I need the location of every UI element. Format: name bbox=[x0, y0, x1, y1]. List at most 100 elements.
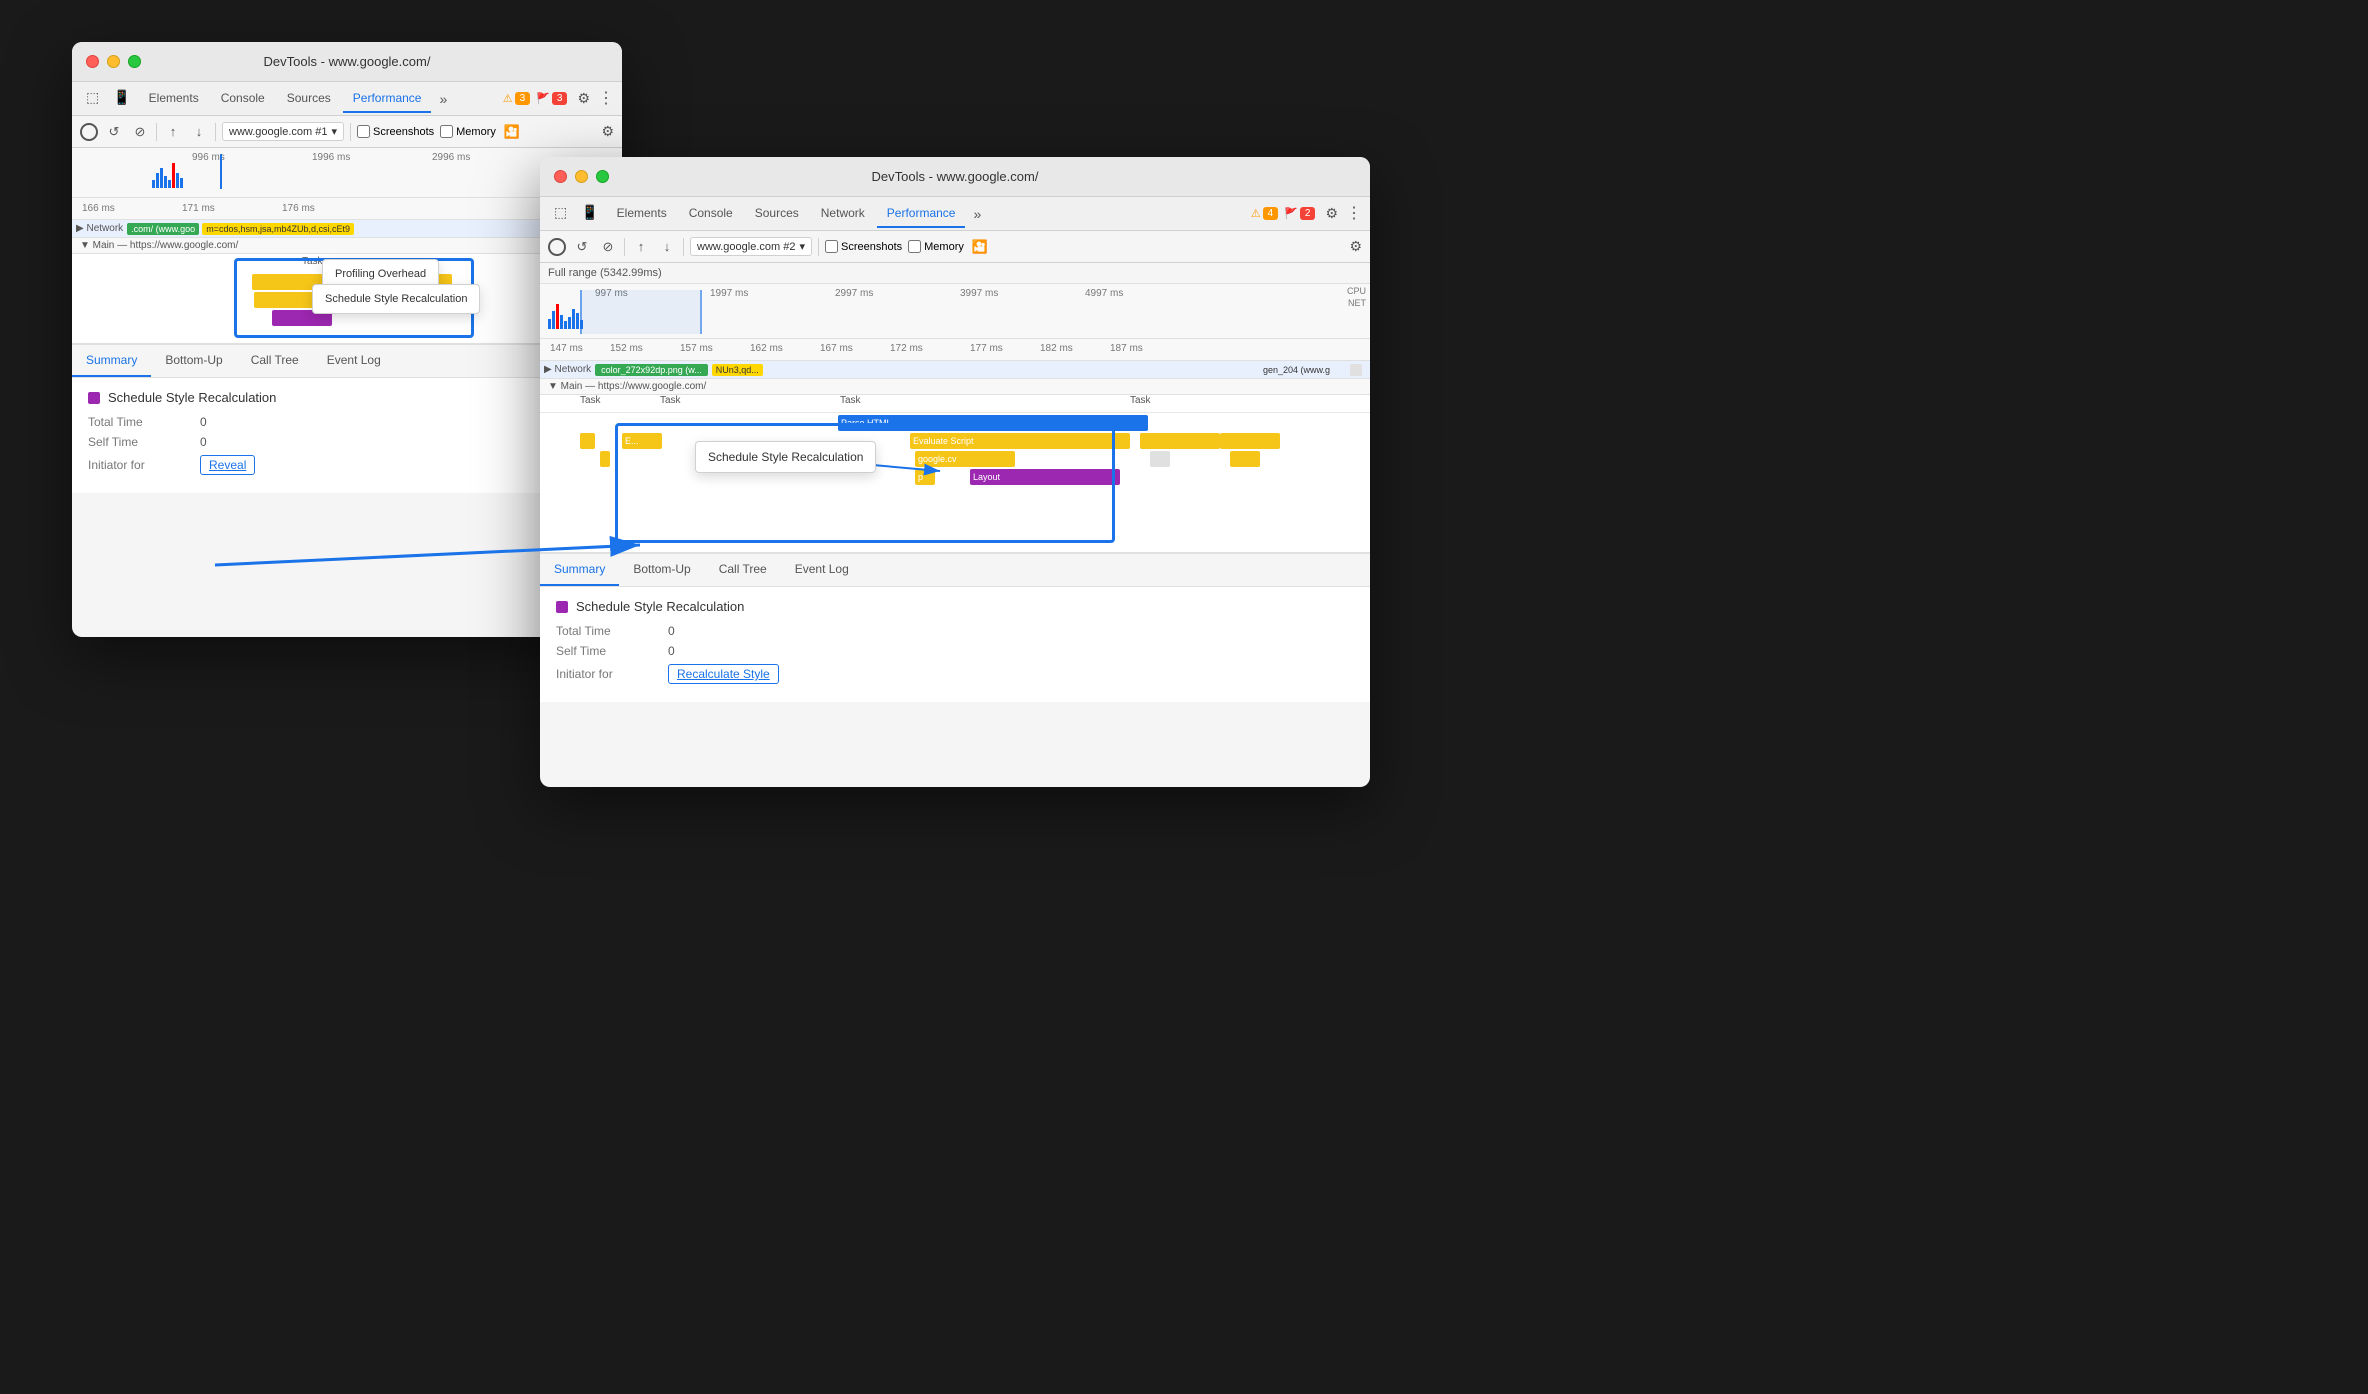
maximize-button-1[interactable] bbox=[128, 55, 141, 68]
tab-sources-2[interactable]: Sources bbox=[745, 200, 809, 228]
settings-icon-2[interactable]: ⚙ bbox=[1325, 205, 1338, 222]
clear-icon-2[interactable]: ⊘ bbox=[598, 237, 618, 257]
flame-layout: Layout bbox=[970, 469, 1120, 485]
settings-icon-perf-1[interactable]: ⚙ bbox=[601, 123, 614, 140]
window-title-2: DevTools - www.google.com/ bbox=[872, 169, 1039, 184]
close-button-1[interactable] bbox=[86, 55, 99, 68]
capture-icon-2[interactable]: 🎦 bbox=[970, 237, 990, 257]
url-selector-2[interactable]: www.google.com #2 ▾ bbox=[690, 237, 812, 256]
summary-tab-calltree-1[interactable]: Call Tree bbox=[237, 345, 313, 377]
initiator-label-2: Initiator for bbox=[556, 667, 656, 681]
tab-elements-1[interactable]: Elements bbox=[139, 85, 209, 113]
record-icon-1[interactable] bbox=[80, 123, 98, 141]
perf-toolbar-2: ↺ ⊘ ↑ ↓ www.google.com #2 ▾ Screenshots … bbox=[540, 231, 1370, 263]
memory-checkbox-1[interactable]: Memory bbox=[440, 125, 496, 138]
reload-icon-1[interactable]: ↺ bbox=[104, 122, 124, 142]
recalculate-style-button[interactable]: Recalculate Style bbox=[668, 664, 779, 684]
summary-tab-eventlog-2[interactable]: Event Log bbox=[781, 554, 863, 586]
more-icon-2[interactable]: ⋮ bbox=[1346, 206, 1362, 222]
ltime2-2: 152 ms bbox=[610, 343, 643, 354]
reveal-button-1[interactable]: Reveal bbox=[200, 455, 255, 475]
upload-icon-2[interactable]: ↑ bbox=[631, 237, 651, 257]
screenshot-label-2: Screenshots bbox=[841, 241, 902, 253]
sep-5 bbox=[683, 238, 684, 256]
task-h-2: Task bbox=[660, 395, 681, 406]
more-tabs-2[interactable]: » bbox=[967, 202, 987, 226]
minimize-button-2[interactable] bbox=[575, 170, 588, 183]
color-swatch-1 bbox=[88, 392, 100, 404]
reload-icon-2[interactable]: ↺ bbox=[572, 237, 592, 257]
ttime-4: 3997 ms bbox=[960, 288, 998, 299]
more-tabs-1[interactable]: » bbox=[433, 87, 453, 111]
url-selector-1[interactable]: www.google.com #1 ▾ bbox=[222, 122, 344, 141]
titlebar-2: DevTools - www.google.com/ bbox=[540, 157, 1370, 197]
record-icon-2[interactable] bbox=[548, 238, 566, 256]
tab-elements-2[interactable]: Elements bbox=[607, 200, 677, 228]
main-label-2: ▼ Main — https://www.google.com/ bbox=[540, 379, 1370, 395]
download-icon-1[interactable]: ↓ bbox=[189, 122, 209, 142]
network-row-2: ▶ Network color_272x92dp.png (w... NUn3,… bbox=[540, 361, 1370, 379]
settings-icon-perf-2[interactable]: ⚙ bbox=[1349, 238, 1362, 255]
settings-icon-1[interactable]: ⚙ bbox=[577, 90, 590, 107]
memory-checkbox-2[interactable]: Memory bbox=[908, 240, 964, 253]
chevron-icon-1: ▾ bbox=[331, 125, 337, 138]
minimize-button-1[interactable] bbox=[107, 55, 120, 68]
summary-tab-eventlog-1[interactable]: Event Log bbox=[313, 345, 395, 377]
download-icon-2[interactable]: ↓ bbox=[657, 237, 677, 257]
flamechart-2: Parse HTML E... Evaluate Script google.c… bbox=[540, 413, 1370, 553]
screenshot-checkbox-2[interactable]: Screenshots bbox=[825, 240, 902, 253]
network-params-1: m=cdos,hsm,jsa,mb4ZUb,d,csi,cEt9 bbox=[202, 223, 354, 235]
tab-console-2[interactable]: Console bbox=[679, 200, 743, 228]
summary-tab-bottomup-2[interactable]: Bottom-Up bbox=[619, 554, 704, 586]
clear-icon-1[interactable]: ⊘ bbox=[130, 122, 150, 142]
devtools-window-2: DevTools - www.google.com/ ⬚ 📱 Elements … bbox=[540, 157, 1370, 787]
sep-1 bbox=[156, 123, 157, 141]
memory-label-1: Memory bbox=[456, 126, 496, 138]
titlebar-1: DevTools - www.google.com/ bbox=[72, 42, 622, 82]
sel-region bbox=[580, 290, 700, 334]
self-time-row-2: Self Time 0 bbox=[556, 644, 1354, 658]
ltime2-6: 172 ms bbox=[890, 343, 923, 354]
total-time-value-1: 0 bbox=[200, 415, 207, 429]
inspector-icon-tab-2[interactable]: ⬚ bbox=[548, 200, 573, 227]
memory-check-1[interactable] bbox=[440, 125, 453, 138]
flame-parse-html: Parse HTML bbox=[838, 415, 1148, 431]
color-swatch-2 bbox=[556, 601, 568, 613]
ltime2-8: 182 ms bbox=[1040, 343, 1073, 354]
summary-tab-active-1[interactable]: Summary bbox=[72, 345, 151, 377]
flame-left-2 bbox=[600, 451, 610, 467]
memory-check-2[interactable] bbox=[908, 240, 921, 253]
upload-icon-1[interactable]: ↑ bbox=[163, 122, 183, 142]
chevron-icon-2: ▾ bbox=[799, 240, 805, 253]
screenshot-check-2[interactable] bbox=[825, 240, 838, 253]
tab-console-1[interactable]: Console bbox=[211, 85, 275, 113]
capture-icon-1[interactable]: 🎦 bbox=[502, 122, 522, 142]
tab-network-2[interactable]: Network bbox=[811, 200, 875, 228]
more-icon-1[interactable]: ⋮ bbox=[598, 91, 614, 107]
sep-4 bbox=[624, 238, 625, 256]
close-button-2[interactable] bbox=[554, 170, 567, 183]
summary-tab-calltree-2[interactable]: Call Tree bbox=[705, 554, 781, 586]
summary-tab-active-2[interactable]: Summary bbox=[540, 554, 619, 586]
perf-toolbar-1: ↺ ⊘ ↑ ↓ www.google.com #1 ▾ Screenshots … bbox=[72, 116, 622, 148]
time-marker-3: 2996 ms bbox=[432, 152, 470, 163]
device-icon-tab-1[interactable]: 📱 bbox=[107, 85, 136, 112]
summary-tab-bottomup-1[interactable]: Bottom-Up bbox=[151, 345, 236, 377]
tab-performance-1[interactable]: Performance bbox=[343, 85, 432, 113]
window-title-1: DevTools - www.google.com/ bbox=[264, 54, 431, 69]
screenshot-check-1[interactable] bbox=[357, 125, 370, 138]
ttime-5: 4997 ms bbox=[1085, 288, 1123, 299]
errors-badge-1: 🚩 3 bbox=[536, 92, 567, 105]
screenshot-checkbox-1[interactable]: Screenshots bbox=[357, 125, 434, 138]
tab-performance-2[interactable]: Performance bbox=[877, 200, 966, 228]
tooltip-schedule-1: Schedule Style Recalculation bbox=[312, 284, 480, 314]
device-icon-tab-2[interactable]: 📱 bbox=[575, 200, 604, 227]
initiator-row-2: Initiator for Recalculate Style bbox=[556, 664, 1354, 684]
full-range-bar: Full range (5342.99ms) bbox=[540, 263, 1370, 284]
timeline-overview-2: 997 ms 1997 ms 2997 ms 3997 ms 4997 ms C… bbox=[540, 284, 1370, 339]
time-marker-2: 1996 ms bbox=[312, 152, 350, 163]
maximize-button-2[interactable] bbox=[596, 170, 609, 183]
net-resource-1: color_272x92dp.png (w... bbox=[595, 364, 708, 376]
inspector-icon-tab-1[interactable]: ⬚ bbox=[80, 85, 105, 112]
tab-sources-1[interactable]: Sources bbox=[277, 85, 341, 113]
